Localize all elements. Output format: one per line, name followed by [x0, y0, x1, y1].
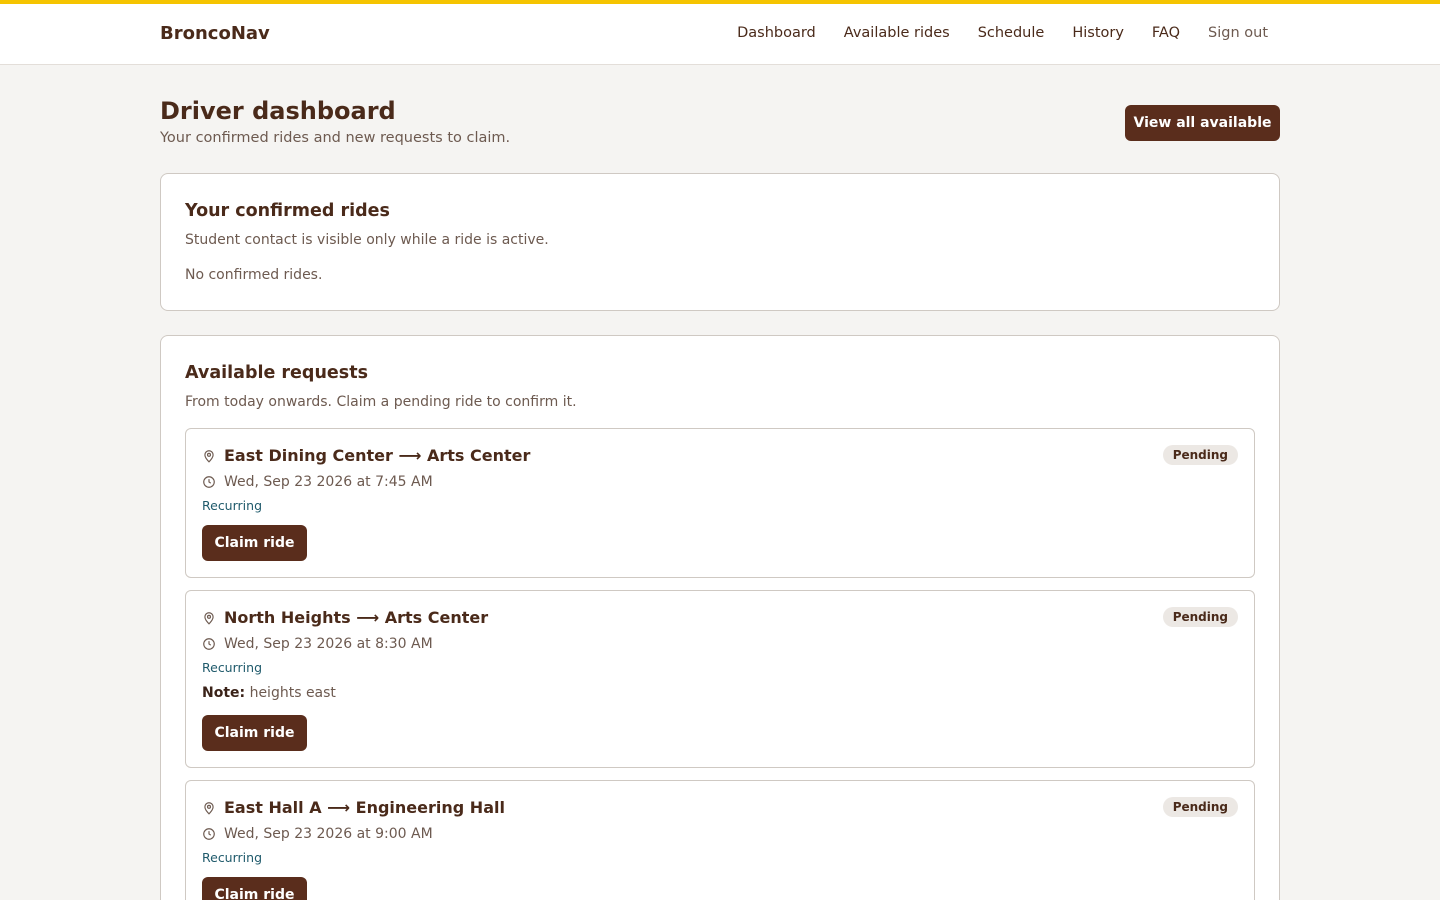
ride-route: North Heights ⟶ Arts Center: [202, 608, 488, 627]
ride-time-text: Wed, Sep 23 2026 at 8:30 AM: [224, 636, 433, 652]
recurring-label: Recurring: [202, 660, 262, 675]
clock-icon: [203, 638, 215, 650]
page-subtitle: Your confirmed rides and new requests to…: [160, 130, 511, 146]
status-badge: Pending: [1162, 607, 1238, 627]
ride-time: Wed, Sep 23 2026 at 7:45 AM: [202, 474, 433, 490]
confirmed-rides-empty: No confirmed rides.: [185, 267, 323, 283]
nav-faq[interactable]: FAQ: [1152, 25, 1180, 41]
clock-icon: [203, 828, 215, 840]
brand-logo[interactable]: BroncoNav: [160, 23, 270, 44]
nav-available-rides[interactable]: Available rides: [844, 25, 950, 41]
ride-time: Wed, Sep 23 2026 at 8:30 AM: [202, 636, 433, 652]
page-title: Driver dashboard: [160, 97, 396, 125]
nav-history[interactable]: History: [1072, 25, 1124, 41]
view-all-available-button[interactable]: View all available: [1125, 105, 1280, 141]
nav-sign-out[interactable]: Sign out: [1208, 25, 1268, 41]
ride-time: Wed, Sep 23 2026 at 9:00 AM: [202, 826, 433, 842]
ride-time-text: Wed, Sep 23 2026 at 9:00 AM: [224, 826, 433, 842]
available-requests-title: Available requests: [185, 363, 368, 383]
claim-ride-button[interactable]: Claim ride: [202, 715, 307, 751]
available-requests-subtitle: From today onwards. Claim a pending ride…: [185, 394, 577, 410]
confirmed-rides-card: Your confirmed rides Student contact is …: [160, 173, 1280, 311]
ride-request-card: East Dining Center ⟶ Arts Center Wed, Se…: [185, 428, 1255, 578]
ride-note-text: heights east: [245, 685, 336, 701]
ride-note: Note: heights east: [202, 685, 336, 701]
nav-schedule[interactable]: Schedule: [978, 25, 1045, 41]
claim-ride-button[interactable]: Claim ride: [202, 525, 307, 561]
map-pin-icon: [204, 611, 214, 625]
claim-ride-button[interactable]: Claim ride: [202, 877, 307, 900]
status-badge: Pending: [1162, 797, 1238, 817]
ride-route: East Dining Center ⟶ Arts Center: [202, 446, 530, 465]
ride-route-text: East Hall A ⟶ Engineering Hall: [224, 798, 505, 817]
top-navbar: BroncoNav Dashboard Available rides Sche…: [0, 0, 1440, 65]
confirmed-rides-subtitle: Student contact is visible only while a …: [185, 232, 549, 248]
confirmed-rides-title: Your confirmed rides: [185, 201, 390, 221]
recurring-label: Recurring: [202, 850, 262, 865]
status-badge: Pending: [1162, 445, 1238, 465]
ride-note-label: Note:: [202, 685, 246, 701]
ride-request-card: East Hall A ⟶ Engineering Hall Wed, Sep …: [185, 780, 1255, 900]
ride-request-card: North Heights ⟶ Arts Center Wed, Sep 23 …: [185, 590, 1255, 768]
available-requests-card: Available requests From today onwards. C…: [160, 335, 1280, 900]
clock-icon: [203, 476, 215, 488]
ride-time-text: Wed, Sep 23 2026 at 7:45 AM: [224, 474, 433, 490]
recurring-label: Recurring: [202, 498, 262, 513]
ride-route-text: East Dining Center ⟶ Arts Center: [224, 446, 531, 465]
main-nav: Dashboard Available rides Schedule Histo…: [737, 25, 1268, 41]
ride-route-text: North Heights ⟶ Arts Center: [224, 608, 489, 627]
map-pin-icon: [204, 449, 214, 463]
map-pin-icon: [204, 801, 214, 815]
ride-route: East Hall A ⟶ Engineering Hall: [202, 798, 505, 817]
nav-dashboard[interactable]: Dashboard: [737, 25, 816, 41]
